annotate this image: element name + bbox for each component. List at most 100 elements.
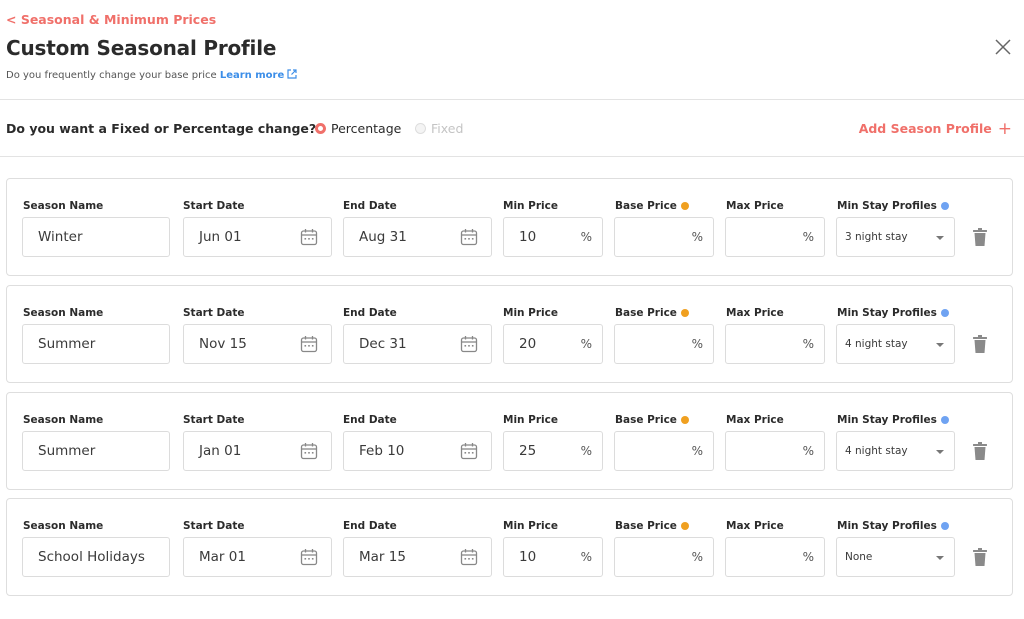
page-subtitle: Do you frequently change your base price… xyxy=(6,69,297,81)
min-stay-label: Min Stay Profiles xyxy=(837,200,949,212)
end-date-label: End Date xyxy=(343,414,397,426)
base-price-label-text: Base Price xyxy=(615,520,677,532)
trash-icon xyxy=(973,548,987,570)
delete-season-button[interactable] xyxy=(973,228,987,246)
min-stay-label: Min Stay Profiles xyxy=(837,414,949,426)
info-dot-icon[interactable] xyxy=(940,522,949,530)
base-price-label: Base Price xyxy=(615,200,689,212)
calendar-icon[interactable] xyxy=(300,548,318,570)
min-stay-select[interactable]: 4 night stay xyxy=(836,431,955,471)
calendar-icon[interactable] xyxy=(300,335,318,357)
end-date-input[interactable]: Mar 15 xyxy=(343,537,492,577)
start-date-input[interactable]: Jun 01 xyxy=(183,217,332,257)
calendar-icon[interactable] xyxy=(460,335,478,357)
info-dot-icon[interactable] xyxy=(940,416,949,424)
min-price-input[interactable]: 20% xyxy=(503,324,603,364)
season-name-value: School Holidays xyxy=(38,549,145,565)
add-season-profile-button[interactable]: Add Season Profile + xyxy=(859,120,1012,137)
radio-selected-icon xyxy=(315,123,326,134)
min-price-value: 10 xyxy=(519,549,537,565)
min-stay-value: None xyxy=(845,551,873,563)
percent-suffix: % xyxy=(580,230,592,244)
base-price-input[interactable]: % xyxy=(614,537,714,577)
calendar-icon[interactable] xyxy=(300,442,318,464)
min-price-input[interactable]: 10% xyxy=(503,537,603,577)
start-date-input[interactable]: Nov 15 xyxy=(183,324,332,364)
percent-suffix: % xyxy=(802,337,814,351)
fixed-radio[interactable]: Fixed xyxy=(415,121,463,136)
learn-more-label: Learn more xyxy=(219,70,285,81)
max-price-input[interactable]: % xyxy=(725,431,825,471)
max-price-label: Max Price xyxy=(726,414,784,426)
percent-suffix: % xyxy=(691,550,703,564)
max-price-input[interactable]: % xyxy=(725,217,825,257)
close-icon[interactable] xyxy=(994,38,1012,56)
delete-season-button[interactable] xyxy=(973,548,987,566)
min-stay-label-text: Min Stay Profiles xyxy=(837,307,937,319)
base-price-input[interactable]: % xyxy=(614,431,714,471)
end-date-input[interactable]: Aug 31 xyxy=(343,217,492,257)
start-date-input[interactable]: Jan 01 xyxy=(183,431,332,471)
max-price-label: Max Price xyxy=(726,307,784,319)
start-date-label: Start Date xyxy=(183,200,245,212)
base-price-input[interactable]: % xyxy=(614,217,714,257)
start-date-value: Jun 01 xyxy=(199,229,242,245)
min-price-input[interactable]: 10% xyxy=(503,217,603,257)
min-price-value: 10 xyxy=(519,229,537,245)
start-date-input[interactable]: Mar 01 xyxy=(183,537,332,577)
season-name-value: Summer xyxy=(38,443,96,459)
season-name-input[interactable]: Winter xyxy=(22,217,170,257)
end-date-value: Aug 31 xyxy=(359,229,407,245)
calendar-icon[interactable] xyxy=(460,228,478,250)
info-dot-icon[interactable] xyxy=(680,416,689,424)
info-dot-icon[interactable] xyxy=(940,202,949,210)
info-dot-icon[interactable] xyxy=(680,522,689,530)
season-name-input[interactable]: School Holidays xyxy=(22,537,170,577)
percentage-radio-label: Percentage xyxy=(331,121,402,136)
delete-season-button[interactable] xyxy=(973,335,987,353)
chevron-down-icon xyxy=(936,556,944,560)
base-price-input[interactable]: % xyxy=(614,324,714,364)
min-stay-select[interactable]: 4 night stay xyxy=(836,324,955,364)
percent-suffix: % xyxy=(691,444,703,458)
min-price-label: Min Price xyxy=(503,414,558,426)
percent-suffix: % xyxy=(802,444,814,458)
max-price-input[interactable]: % xyxy=(725,324,825,364)
season-name-label: Season Name xyxy=(23,200,104,212)
min-stay-value: 4 night stay xyxy=(845,338,908,350)
end-date-input[interactable]: Feb 10 xyxy=(343,431,492,471)
options-divider xyxy=(0,156,1024,157)
info-dot-icon[interactable] xyxy=(940,309,949,317)
max-price-label: Max Price xyxy=(726,520,784,532)
calendar-icon[interactable] xyxy=(300,228,318,250)
min-price-input[interactable]: 25% xyxy=(503,431,603,471)
calendar-icon[interactable] xyxy=(460,548,478,570)
season-name-input[interactable]: Summer xyxy=(22,431,170,471)
min-stay-select[interactable]: None xyxy=(836,537,955,577)
season-name-value: Winter xyxy=(38,229,83,245)
season-card: Season Name Summer Start Date Jan 01 End… xyxy=(6,392,1013,490)
learn-more-link[interactable]: Learn more xyxy=(219,69,297,81)
end-date-input[interactable]: Dec 31 xyxy=(343,324,492,364)
percent-suffix: % xyxy=(580,444,592,458)
min-price-value: 20 xyxy=(519,336,537,352)
season-card: Season Name School Holidays Start Date M… xyxy=(6,498,1013,596)
season-name-input[interactable]: Summer xyxy=(22,324,170,364)
chevron-down-icon xyxy=(936,343,944,347)
delete-season-button[interactable] xyxy=(973,442,987,460)
external-link-icon xyxy=(287,69,297,79)
season-name-label: Season Name xyxy=(23,307,104,319)
calendar-icon[interactable] xyxy=(460,442,478,464)
max-price-input[interactable]: % xyxy=(725,537,825,577)
min-stay-select[interactable]: 3 night stay xyxy=(836,217,955,257)
info-dot-icon[interactable] xyxy=(680,202,689,210)
percentage-radio[interactable]: Percentage xyxy=(315,121,401,136)
info-dot-icon[interactable] xyxy=(680,309,689,317)
min-stay-label: Min Stay Profiles xyxy=(837,307,949,319)
back-link[interactable]: < Seasonal & Minimum Prices xyxy=(6,12,216,27)
base-price-label: Base Price xyxy=(615,414,689,426)
start-date-label: Start Date xyxy=(183,520,245,532)
trash-icon xyxy=(973,228,987,250)
start-date-value: Mar 01 xyxy=(199,549,246,565)
min-stay-value: 3 night stay xyxy=(845,231,908,243)
